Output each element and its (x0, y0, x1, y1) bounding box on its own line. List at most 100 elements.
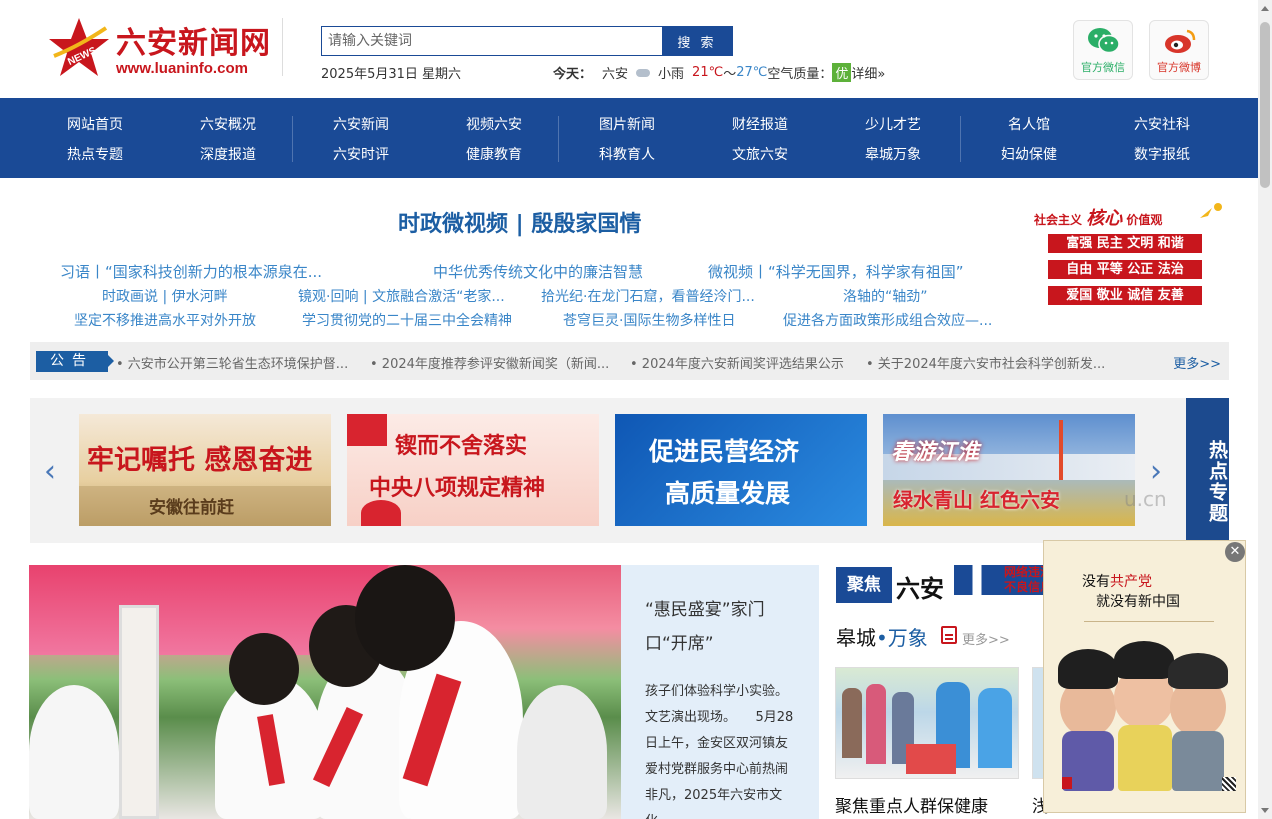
section-title-a: 皋城 (836, 626, 876, 650)
focus-banner-bg: 聚焦 六安 (836, 565, 954, 605)
notice-more-link[interactable]: 更多>> (1173, 353, 1221, 372)
clay-figure-hair (1168, 653, 1228, 689)
carousel-slide[interactable]: 春游江淮 绿水青山 红色六安 (883, 414, 1135, 526)
news-link[interactable]: 中华优秀传统文化中的廉洁智慧 (433, 261, 643, 282)
nav-item-maternal-health[interactable]: 妇幼保健 (979, 144, 1079, 164)
feature-title[interactable]: “惠民盛宴”家门口“开席” (645, 593, 805, 661)
search-button[interactable]: 搜 索 (662, 27, 732, 55)
carousel-prev-button[interactable]: ‹ (44, 454, 56, 489)
notice-item[interactable]: • 2024年度推荐参评安徽新闻奖（新闻... (370, 353, 609, 372)
weibo-button[interactable]: 官方微博 (1149, 20, 1209, 80)
clay-figure-body (1172, 731, 1224, 791)
wechat-icon (1088, 28, 1120, 54)
qr-code[interactable] (1222, 777, 1236, 791)
news-link[interactable]: 促进各方面政策形成组合效应—... (783, 310, 992, 330)
nav-item-commentary[interactable]: 六安时评 (311, 144, 411, 164)
medic-figure (978, 688, 1012, 768)
scrollbar-thumb[interactable] (1260, 22, 1270, 188)
carousel-slide[interactable]: 锲而不舍落实 中央八项规定精神 (347, 414, 599, 526)
header-divider (282, 18, 283, 76)
core-values-title-em: 核心 (1086, 208, 1123, 229)
nav-item-social-science[interactable]: 六安社科 (1112, 114, 1212, 134)
air-quality-label: 空气质量： (767, 67, 833, 82)
weather-detail-link[interactable]: 详细» (851, 63, 885, 82)
nav-item-in-depth[interactable]: 深度报道 (178, 144, 278, 164)
nav-item-science-edu[interactable]: 科教育人 (577, 144, 677, 164)
table-shape (906, 744, 956, 774)
nav-item-health-edu[interactable]: 健康教育 (444, 144, 544, 164)
nav-item-home[interactable]: 网站首页 (45, 114, 145, 134)
weibo-label: 官方微博 (1157, 61, 1201, 74)
nav-item-hot-topics[interactable]: 热点专题 (45, 144, 145, 164)
nav-item-celebrities[interactable]: 名人馆 (979, 114, 1079, 134)
news-thumbnail[interactable] (835, 667, 1019, 779)
news-link[interactable]: 时政画说 | 伊水河畔 (102, 286, 228, 306)
hot-topics-tab[interactable]: 热点专题 (1186, 398, 1229, 543)
logo-url: www.luaninfo.com (116, 60, 248, 77)
site-logo[interactable]: NEWS 六安新闻网 www.luaninfo.com (46, 16, 271, 82)
site-header: NEWS 六安新闻网 www.luaninfo.com 搜 索 2025年5月3… (0, 0, 1258, 98)
carousel-slide[interactable]: 促进民营经济 高质量发展 (615, 414, 867, 526)
slide-title: 锲而不舍落实 (395, 433, 528, 459)
news-link[interactable]: 学习贯彻党的二十届三中全会精神 (302, 310, 512, 330)
close-icon[interactable]: ✕ (1225, 542, 1245, 562)
core-values-title: 社会主义 核心 价值观 (1034, 204, 1162, 230)
seal-stamp (1062, 777, 1072, 789)
weibo-icon (1165, 29, 1196, 53)
feature-photo[interactable] (29, 565, 621, 819)
sparkle-icon (1200, 203, 1222, 218)
slide-subtitle: 高质量发展 (665, 479, 791, 508)
nav-item-digital-paper[interactable]: 数字报纸 (1112, 144, 1212, 164)
nav-item-city-scenes[interactable]: 皋城万象 (843, 144, 943, 164)
wechat-button[interactable]: 官方微信 (1073, 20, 1133, 80)
scroll-down-icon[interactable] (1261, 808, 1269, 813)
ad-headline-red: 共产党 (1110, 574, 1152, 590)
news-link[interactable]: 镜观·回响 | 文旅融合激活“老家... (298, 286, 505, 306)
clay-figure-hair (1058, 649, 1118, 689)
scroll-up-icon[interactable] (1261, 6, 1269, 11)
news-link[interactable]: 微视频丨“科学无国界，科学家有祖国” (708, 261, 964, 282)
rain-cloud-icon (634, 67, 652, 79)
floating-ad[interactable]: 没有共产党 就没有新中国 (1043, 540, 1246, 813)
slide-subtitle: 中央八项规定精神 (369, 475, 546, 501)
notice-label: 公告 (36, 351, 108, 372)
notice-item[interactable]: • 关于2024年度六安市社会科学创新发... (866, 353, 1105, 372)
nav-item-kids-arts[interactable]: 少儿才艺 (843, 114, 943, 134)
news-link[interactable]: 洛轴的“轴劲” (843, 286, 928, 306)
topic-carousel: ‹ 牢记嘱托 感恩奋进 安徽往前赶 锲而不舍落实 中央八项规定精神 促进民营经济… (30, 398, 1229, 543)
feature-caption[interactable]: “惠民盛宴”家门口“开席” 孩子们体验科学小实验。 文艺演出现场。 5月28日上… (621, 565, 819, 819)
section-more-link[interactable]: 更多>> (962, 629, 1010, 648)
ad-headline: 没有共产党 (1082, 571, 1152, 591)
nav-item-video[interactable]: 视频六安 (444, 114, 544, 134)
nav-item-news[interactable]: 六安新闻 (311, 114, 411, 134)
child-figure (517, 685, 607, 819)
nav-divider (558, 116, 559, 162)
notice-item[interactable]: • 2024年度六安新闻奖评选结果公示 (630, 353, 844, 372)
core-values-title-a: 社会主义 (1034, 213, 1083, 227)
notice-item[interactable]: • 六安市公开第三轮省生态环境保护督... (116, 353, 348, 372)
nav-divider (292, 116, 293, 162)
carousel-next-button[interactable]: › (1150, 454, 1162, 489)
nav-item-finance[interactable]: 财经报道 (710, 114, 810, 134)
thumbnail-caption[interactable]: 聚焦重点人群保健康 (835, 792, 988, 817)
weather-widget: 今天： 六安 小雨 21℃ ～ 27℃ 空气质量： 优 详细» (553, 63, 885, 82)
document-icon (941, 626, 957, 644)
logo-text: 六安新闻网 (116, 26, 271, 61)
weather-city: 六安 (602, 67, 629, 82)
headline-link[interactable]: 时政微视频 | 殷殷家国情 (398, 206, 641, 238)
carousel-slide[interactable]: 牢记嘱托 感恩奋进 安徽往前赶 (79, 414, 331, 526)
focus-tag: 聚焦 (836, 567, 892, 603)
nav-item-tourism[interactable]: 文旅六安 (710, 144, 810, 164)
ad-header-strip (1044, 543, 1245, 553)
core-values-banner[interactable]: 社会主义 核心 价值观 富强 民主 文明 和谐 自由 平等 公正 法治 爱国 敬… (1030, 196, 1226, 310)
news-link[interactable]: 拾光纪·在龙门石窟，看普经泠门... (541, 286, 755, 306)
news-link[interactable]: 坚定不移推进高水平对外开放 (74, 310, 256, 330)
section-title-b: 万象 (887, 626, 928, 650)
slide-subtitle: 安徽往前赶 (149, 498, 234, 518)
news-link[interactable]: 苍穹巨灵·国际生物多样性日 (563, 310, 735, 330)
news-link[interactable]: 习语丨“国家科技创新力的根本源泉在... (60, 261, 322, 282)
nav-item-overview[interactable]: 六安概况 (178, 114, 278, 134)
nav-item-photo-news[interactable]: 图片新闻 (577, 114, 677, 134)
page-scrollbar[interactable] (1258, 0, 1272, 819)
search-input[interactable] (322, 27, 663, 55)
